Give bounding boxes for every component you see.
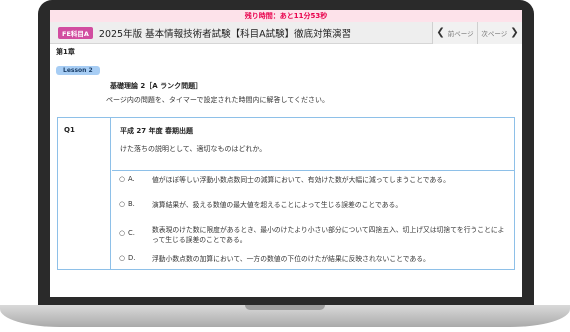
exam-badge: FE科目A — [58, 26, 93, 39]
choice-letter: D. — [128, 254, 136, 262]
choice-c[interactable]: ○ C. 数表現のけた数に限度があるとき、最小のけたより小さい部分について四捨五… — [112, 225, 514, 245]
instructions-text: ページ内の問題を、タイマーで設定された時間内に解答してください。 — [106, 96, 330, 104]
question-body-cell: 平成 27 年度 春期出題 けた落ちの説明として、適切なものはどれか。 ○ A.… — [112, 118, 514, 269]
choice-letter: C. — [128, 229, 135, 237]
timer-bar: 残り時間：あと11分53秒 — [50, 10, 522, 22]
question-number-cell: Q1 — [58, 118, 111, 269]
choice-d[interactable]: ○ D. 浮動小数点数の加算において、一方の数値の下位のけたが結果に反映されない… — [112, 254, 514, 264]
choice-b[interactable]: ○ B. 演算結果が、扱える数値の最大値を超えることによって生じる誤差のことであ… — [112, 200, 514, 210]
choice-letter: A. — [128, 175, 135, 183]
next-page-label: 次ページ — [481, 29, 508, 38]
exam-title: 2025年版 基本情報技術者試験【科目A試験】徹底対策演習 — [98, 28, 352, 40]
radio-icon[interactable]: ○ — [112, 200, 128, 208]
question-header: 平成 27 年度 春期出題 けた落ちの説明として、適切なものはどれか。 — [112, 126, 514, 171]
prev-page-label: 前ページ — [447, 29, 474, 38]
next-page-button[interactable]: 次ページ ❯ — [477, 21, 522, 44]
radio-icon[interactable]: ○ — [112, 225, 128, 237]
question-number: Q1 — [64, 126, 75, 134]
radio-icon[interactable]: ○ — [112, 254, 128, 262]
header-bar: FE科目A 2025年版 基本情報技術者試験【科目A試験】徹底対策演習 ❮ 前ペ… — [50, 21, 522, 44]
choice-text: 演算結果が、扱える数値の最大値を超えることによって生じる誤差のことである。 — [152, 201, 403, 209]
question-table: Q1 平成 27 年度 春期出題 けた落ちの説明として、適切なものはどれか。 ○… — [57, 117, 515, 270]
choice-text: 値がほぼ等しい浮動小数点数同士の減算において、有効けた数が大幅に減ってしまうこと… — [152, 176, 450, 184]
choice-letter: B. — [128, 200, 135, 208]
laptop-screen: 残り時間：あと11分53秒 FE科目A 2025年版 基本情報技術者試験【科目A… — [50, 10, 522, 297]
choice-a[interactable]: ○ A. 値がほぼ等しい浮動小数点数同士の減算において、有効けた数が大幅に減って… — [112, 175, 514, 185]
choice-text: 浮動小数点数の加算において、一方の数値の下位のけたが結果に反映されないことである… — [152, 255, 430, 263]
section-title: 基礎理論 2［A ランク問題］ — [110, 82, 203, 90]
chapter-label: 第1章 — [56, 48, 75, 56]
question-text: けた落ちの説明として、適切なものはどれか。 — [120, 145, 267, 153]
choice-text: 数表現のけた数に限度があるとき、最小のけたより小さい部分について四捨五入、切上げ… — [152, 226, 505, 244]
question-year: 平成 27 年度 春期出題 — [120, 127, 194, 135]
prev-page-button[interactable]: ❮ 前ページ — [432, 21, 477, 44]
lesson-badge: Lesson 2 — [56, 66, 100, 75]
radio-icon[interactable]: ○ — [112, 175, 128, 183]
chevron-right-icon: ❯ — [510, 27, 519, 38]
chevron-left-icon: ❮ — [436, 27, 445, 38]
laptop-notch — [245, 305, 325, 310]
